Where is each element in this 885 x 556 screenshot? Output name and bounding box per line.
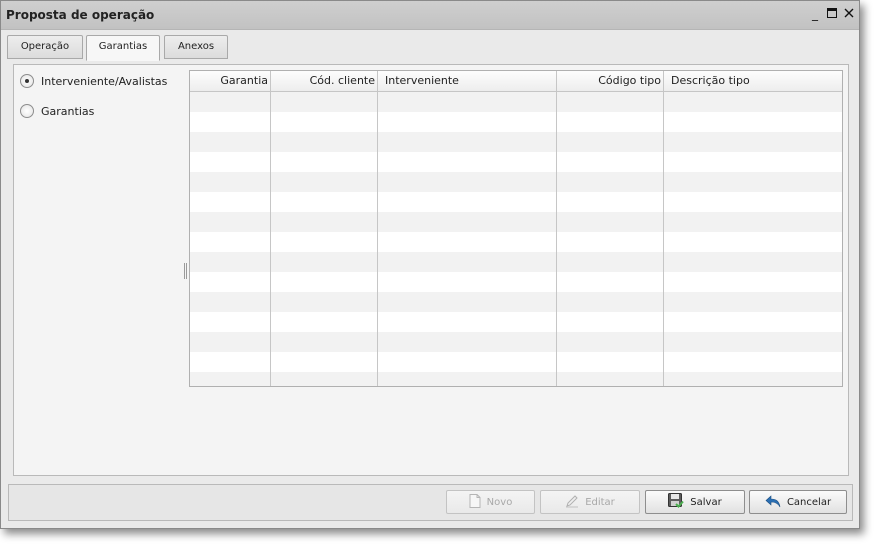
column-header-cod-cliente[interactable]: Cód. cliente <box>271 71 378 91</box>
table-row[interactable] <box>190 132 842 152</box>
table-row[interactable] <box>190 252 842 272</box>
option-interveniente-label: Interveniente/Avalistas <box>41 74 168 88</box>
table-row[interactable] <box>190 172 842 192</box>
editar-button[interactable]: Editar <box>540 490 640 514</box>
table-row[interactable] <box>190 212 842 232</box>
close-button[interactable] <box>842 7 856 21</box>
radio-garantias[interactable] <box>20 104 34 118</box>
table-row[interactable] <box>190 92 842 112</box>
novo-label: Novo <box>486 496 513 508</box>
salvar-button[interactable]: Salvar <box>645 490 745 514</box>
close-icon <box>844 8 854 18</box>
column-header-codigo-tipo[interactable]: Código tipo <box>557 71 664 91</box>
maximize-button[interactable] <box>825 7 839 21</box>
table-row[interactable] <box>190 112 842 132</box>
option-garantias-label: Garantias <box>41 104 95 118</box>
tab-garantias[interactable]: Garantias <box>86 35 160 61</box>
radio-interveniente[interactable] <box>20 74 34 88</box>
option-garantias[interactable]: Garantias <box>20 104 94 118</box>
tab-operacao[interactable]: Operação <box>7 35 83 59</box>
table-row[interactable] <box>190 332 842 352</box>
grid-body <box>190 92 842 386</box>
column-divider <box>377 92 378 386</box>
column-header-interveniente[interactable]: Interveniente <box>378 71 557 91</box>
button-bar: Novo Editar Salvar Cancelar <box>8 484 853 521</box>
editar-label: Editar <box>585 496 615 508</box>
cancelar-label: Cancelar <box>786 496 832 508</box>
salvar-label: Salvar <box>690 496 722 508</box>
undo-icon <box>765 494 781 511</box>
maximize-icon <box>827 8 837 18</box>
table-row[interactable] <box>190 352 842 372</box>
column-divider <box>556 92 557 386</box>
pencil-icon <box>565 494 579 511</box>
table-row[interactable] <box>190 192 842 212</box>
option-interveniente[interactable]: Interveniente/Avalistas <box>20 74 167 88</box>
window-title: Proposta de operação <box>6 8 155 22</box>
column-divider <box>270 92 271 386</box>
tab-content-panel: Interveniente/Avalistas Garantias Garant… <box>13 64 849 476</box>
tab-anexos[interactable]: Anexos <box>164 35 228 59</box>
table-row[interactable] <box>190 312 842 332</box>
table-row[interactable] <box>190 372 842 386</box>
minimize-button[interactable]: _ <box>808 7 822 21</box>
novo-button[interactable]: Novo <box>446 490 535 514</box>
document-icon <box>469 493 481 511</box>
cancelar-button[interactable]: Cancelar <box>749 490 847 514</box>
table-row[interactable] <box>190 152 842 172</box>
data-grid[interactable]: Garantia Cód. cliente Interveniente Códi… <box>189 70 843 387</box>
column-header-descricao-tipo[interactable]: Descrição tipo <box>664 71 842 91</box>
table-row[interactable] <box>190 292 842 312</box>
proposal-window: Proposta de operação _ Operação Garantia… <box>0 0 860 529</box>
table-row[interactable] <box>190 272 842 292</box>
column-divider <box>663 92 664 386</box>
title-bar[interactable]: Proposta de operação _ <box>1 1 859 30</box>
column-header-garantia[interactable]: Garantia <box>190 71 271 91</box>
grid-header: Garantia Cód. cliente Interveniente Códi… <box>190 71 842 92</box>
table-row[interactable] <box>190 232 842 252</box>
save-icon <box>668 493 685 511</box>
